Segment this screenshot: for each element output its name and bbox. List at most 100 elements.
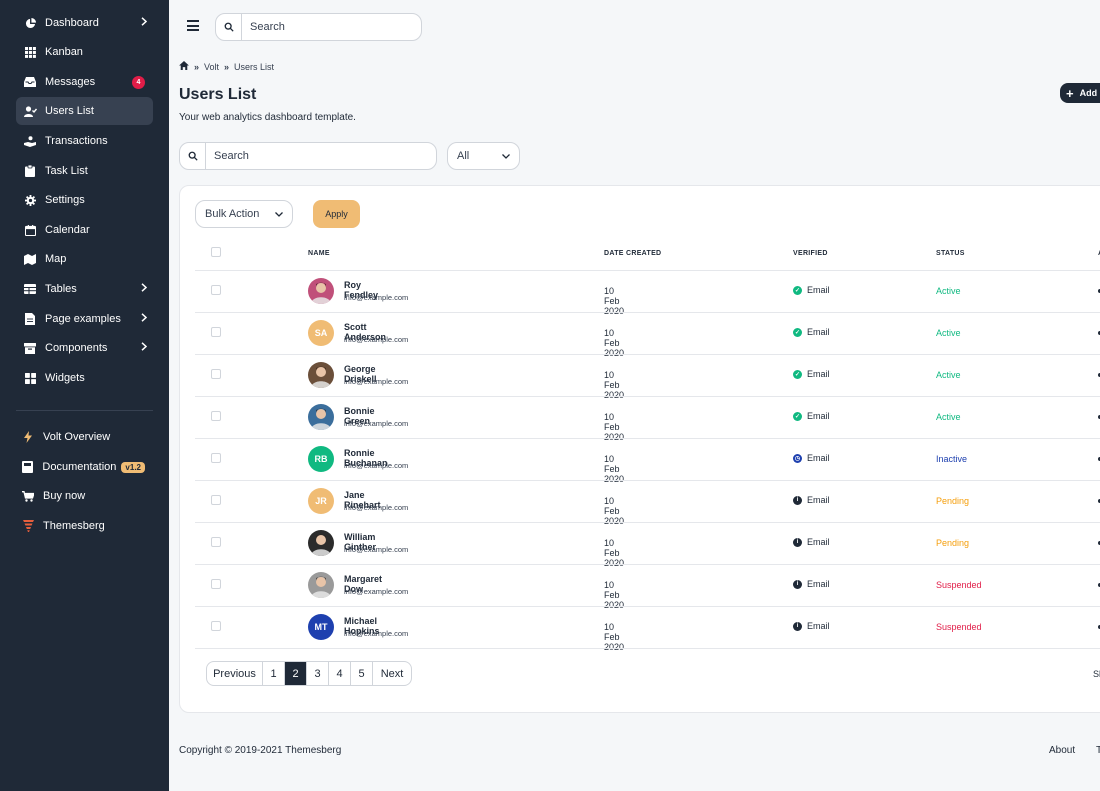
add-user-button[interactable]: + Add bbox=[1060, 83, 1100, 103]
sidebar-item-label: Components bbox=[45, 342, 108, 354]
verified-label: Email bbox=[807, 621, 830, 631]
pagination-next[interactable]: Next bbox=[373, 662, 411, 685]
sidebar-item-label: Calendar bbox=[45, 224, 90, 236]
verified-cell: ✓ Email bbox=[793, 285, 830, 295]
table-row-divider bbox=[195, 648, 1100, 649]
main-content: » Volt » Users List Users List Your web … bbox=[169, 0, 1100, 791]
user-email: info@example.com bbox=[344, 461, 409, 470]
row-checkbox[interactable] bbox=[211, 327, 221, 337]
footer-copyright: Copyright © 2019-2021 Themesberg bbox=[179, 745, 342, 756]
top-search-input[interactable] bbox=[242, 21, 421, 33]
avatar: SA bbox=[308, 320, 334, 346]
sidebar-item-kanban[interactable]: Kanban bbox=[16, 38, 153, 66]
user-email: info@example.com bbox=[344, 545, 409, 554]
row-checkbox[interactable] bbox=[211, 285, 221, 295]
row-checkbox[interactable] bbox=[211, 495, 221, 505]
row-checkbox[interactable] bbox=[211, 621, 221, 631]
row-checkbox[interactable] bbox=[211, 579, 221, 589]
search-icon bbox=[180, 143, 206, 169]
sidebar-item-calendar[interactable]: Calendar bbox=[16, 216, 153, 244]
sidebar-item-tables[interactable]: Tables bbox=[16, 275, 153, 303]
sidebar-item-label: Tables bbox=[45, 283, 77, 295]
avatar-initials: RB bbox=[314, 454, 328, 464]
avatar bbox=[308, 278, 334, 304]
bulk-action-select[interactable]: Bulk Action bbox=[195, 200, 293, 228]
verified-label: Email bbox=[807, 327, 830, 337]
users-table-card: Bulk Action Apply NAME DATE CREATED VERI… bbox=[179, 185, 1100, 713]
search-icon bbox=[216, 14, 242, 40]
top-search-box bbox=[215, 13, 422, 41]
sidebar-item-label: Task List bbox=[45, 165, 88, 177]
home-icon[interactable] bbox=[179, 61, 189, 72]
row-checkbox[interactable] bbox=[211, 537, 221, 547]
footer-link-truncated[interactable]: T bbox=[1096, 745, 1100, 756]
sidebar-item-label: Transactions bbox=[45, 135, 108, 147]
sidebar-item-label: Kanban bbox=[45, 46, 83, 58]
clock-icon: ◷ bbox=[793, 453, 802, 463]
bulk-action-value: Bulk Action bbox=[205, 208, 260, 220]
sidebar-item-task-list[interactable]: Task List bbox=[16, 157, 153, 185]
column-header-date-created: DATE CREATED bbox=[604, 250, 662, 257]
row-checkbox[interactable] bbox=[211, 453, 221, 463]
sidebar-item-label: Buy now bbox=[43, 490, 86, 502]
table-row-divider bbox=[195, 564, 1100, 565]
pagination-page-5[interactable]: 5 bbox=[351, 662, 373, 685]
status-label: Active bbox=[936, 370, 961, 380]
sidebar-divider bbox=[16, 410, 153, 411]
avatar-initials: SA bbox=[314, 328, 328, 338]
footer-about-link[interactable]: About bbox=[1049, 745, 1075, 756]
sidebar-item-widgets[interactable]: Widgets bbox=[16, 364, 153, 392]
sidebar-item-volt-overview[interactable]: Volt Overview bbox=[18, 423, 155, 451]
pagination-page-3[interactable]: 3 bbox=[307, 662, 329, 685]
widgets-icon bbox=[22, 372, 38, 384]
chevron-right-icon bbox=[141, 283, 148, 295]
calendar-icon bbox=[22, 224, 38, 236]
chevron-right-icon bbox=[141, 313, 148, 325]
sidebar-item-messages[interactable]: Messages 4 bbox=[16, 68, 153, 96]
table-row-divider bbox=[195, 480, 1100, 481]
hamburger-menu-icon[interactable] bbox=[187, 20, 199, 31]
avatar bbox=[308, 572, 334, 598]
pagination-previous[interactable]: Previous bbox=[207, 662, 263, 685]
apply-button[interactable]: Apply bbox=[313, 200, 360, 228]
column-header-name: NAME bbox=[308, 250, 330, 257]
pagination-page-1[interactable]: 1 bbox=[263, 662, 285, 685]
grid-icon bbox=[22, 46, 38, 58]
sidebar-item-transactions[interactable]: Transactions bbox=[16, 127, 153, 155]
table-row-divider bbox=[195, 522, 1100, 523]
sidebar-item-page-examples[interactable]: Page examples bbox=[16, 305, 153, 333]
row-checkbox[interactable] bbox=[211, 369, 221, 379]
showing-entries-text: Sh bbox=[1093, 669, 1100, 679]
select-all-checkbox[interactable] bbox=[211, 247, 221, 257]
column-header-status: STATUS bbox=[936, 250, 965, 257]
sidebar-item-map[interactable]: Map bbox=[16, 245, 153, 273]
sidebar-item-components[interactable]: Components bbox=[16, 334, 153, 362]
version-badge: v1.2 bbox=[121, 461, 145, 473]
check-circle-icon: ✓ bbox=[793, 411, 802, 421]
sidebar-item-settings[interactable]: Settings bbox=[16, 186, 153, 214]
sidebar-item-users-list[interactable]: Users List bbox=[16, 97, 153, 125]
avatar-initials: MT bbox=[314, 622, 328, 632]
notification-badge: 4 bbox=[132, 75, 145, 89]
sidebar-item-documentation[interactable]: Documentation v1.2 bbox=[18, 453, 155, 481]
row-checkbox[interactable] bbox=[211, 411, 221, 421]
bolt-icon bbox=[20, 431, 36, 443]
status-filter-select[interactable]: All bbox=[447, 142, 520, 170]
verified-cell: i Email bbox=[793, 621, 830, 631]
users-search-input[interactable] bbox=[206, 150, 436, 162]
sidebar-item-label: Users List bbox=[45, 105, 94, 117]
chevron-down-icon bbox=[275, 208, 283, 220]
sidebar-item-buy-now[interactable]: Buy now bbox=[18, 482, 155, 510]
user-email: info@example.com bbox=[344, 587, 409, 596]
avatar bbox=[308, 362, 334, 388]
pagination-page-4[interactable]: 4 bbox=[329, 662, 351, 685]
breadcrumb-item-volt[interactable]: Volt bbox=[204, 62, 219, 72]
sidebar-item-dashboard[interactable]: Dashboard bbox=[16, 9, 153, 37]
user-email: info@example.com bbox=[344, 629, 409, 638]
table-row-divider bbox=[195, 312, 1100, 313]
cart-icon bbox=[20, 490, 36, 502]
sidebar-item-themesberg[interactable]: Themesberg bbox=[18, 512, 155, 540]
pagination-page-2[interactable]: 2 bbox=[285, 662, 307, 685]
chevron-right-icon bbox=[141, 17, 148, 29]
verified-label: Email bbox=[807, 495, 830, 505]
